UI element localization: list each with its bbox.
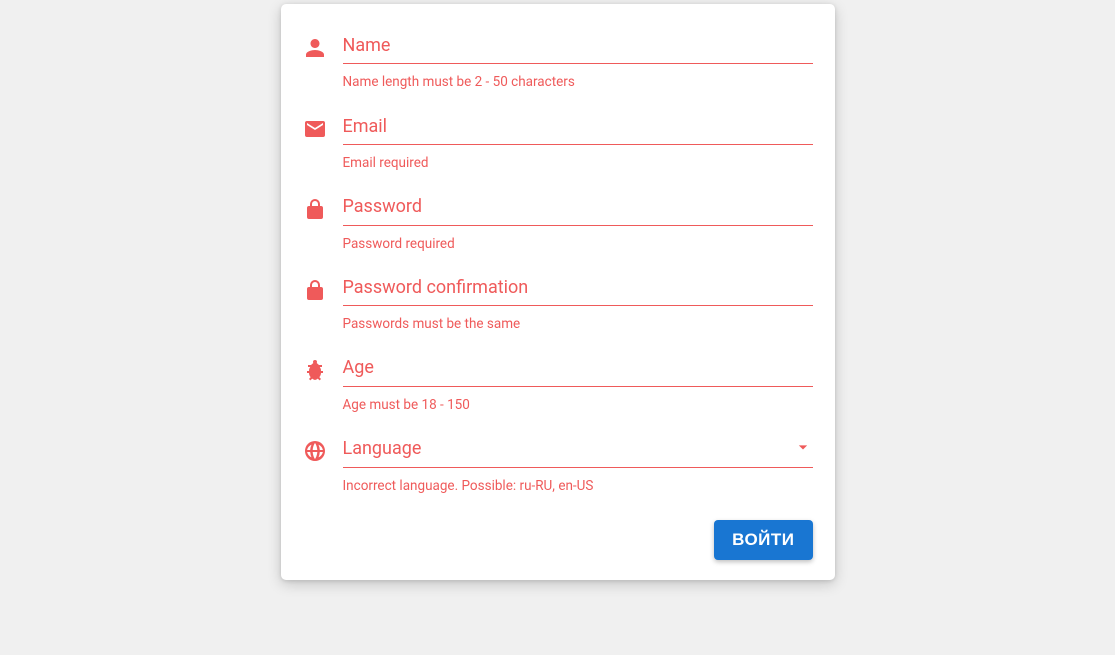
age-input[interactable]: Age [343,350,813,386]
password-hint: Password required [343,236,813,252]
language-label: Language [343,437,422,460]
email-input[interactable]: Email [343,109,813,145]
bug-icon [303,350,343,382]
name-hint: Name length must be 2 - 50 characters [343,74,813,90]
mail-icon [303,109,343,141]
password-confirm-input[interactable]: Password confirmation [343,270,813,306]
lock-icon [303,189,343,221]
field-password-confirm: Password confirmation Passwords must be … [303,270,813,333]
lock-icon [303,270,343,302]
language-select[interactable]: Language [343,431,813,468]
field-language: Language Incorrect language. Possible: r… [303,431,813,494]
email-label: Email [343,115,388,138]
form-actions: ВОЙТИ [303,520,813,560]
field-age: Age Age must be 18 - 150 [303,350,813,413]
email-hint: Email required [343,155,813,171]
password-label: Password [343,195,423,218]
submit-button[interactable]: ВОЙТИ [714,520,812,560]
chevron-down-icon [793,437,813,461]
age-label: Age [343,356,374,379]
password-confirm-hint: Passwords must be the same [343,316,813,332]
field-name: Name Name length must be 2 - 50 characte… [303,28,813,91]
person-icon [303,28,343,60]
age-hint: Age must be 18 - 150 [343,397,813,413]
password-input[interactable]: Password [343,189,813,225]
signup-card: Name Name length must be 2 - 50 characte… [281,4,835,580]
name-input[interactable]: Name [343,28,813,64]
password-confirm-label: Password confirmation [343,276,529,299]
field-email: Email Email required [303,109,813,172]
name-label: Name [343,34,391,57]
language-hint: Incorrect language. Possible: ru-RU, en-… [343,478,813,494]
field-password: Password Password required [303,189,813,252]
globe-icon [303,431,343,463]
